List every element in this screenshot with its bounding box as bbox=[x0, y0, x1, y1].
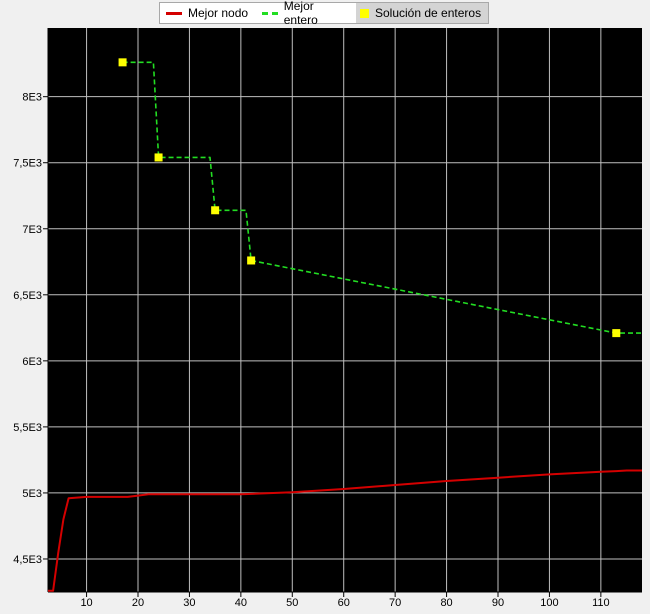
plot-area bbox=[48, 28, 642, 592]
y-tick-label: 6E3 bbox=[22, 356, 42, 368]
marker-solucion-de-enteros bbox=[118, 58, 127, 67]
x-tick-label: 10 bbox=[80, 597, 92, 609]
x-tick-label: 50 bbox=[286, 597, 298, 609]
x-tick-label: 70 bbox=[389, 597, 401, 609]
marker-solucion-de-enteros bbox=[247, 256, 256, 265]
y-tick-label: 6,5E3 bbox=[13, 290, 42, 302]
chart: 10 20 30 40 50 60 70 80 90 100 110 4,5E3 5E3 5,5E3 6E3… bbox=[13, 28, 642, 609]
y-tick-label: 7,5E3 bbox=[13, 158, 42, 170]
marker-solucion-de-enteros bbox=[612, 329, 621, 338]
x-tick-label: 100 bbox=[540, 597, 558, 609]
x-tick-label: 110 bbox=[592, 597, 610, 609]
y-tick-label: 5,5E3 bbox=[13, 422, 42, 434]
x-tick-label: 90 bbox=[492, 597, 504, 609]
x-tick-label: 30 bbox=[183, 597, 195, 609]
x-tick-label: 40 bbox=[235, 597, 247, 609]
y-tick-label: 8E3 bbox=[22, 92, 42, 104]
y-tick-label: 4,5E3 bbox=[13, 554, 42, 566]
y-tick-label: 7E3 bbox=[22, 224, 42, 236]
x-tick-label: 60 bbox=[338, 597, 350, 609]
x-tick-label: 80 bbox=[440, 597, 452, 609]
y-tick-label: 5E3 bbox=[22, 488, 42, 500]
marker-solucion-de-enteros bbox=[211, 206, 220, 215]
marker-solucion-de-enteros bbox=[154, 153, 163, 162]
x-tick-label: 20 bbox=[132, 597, 144, 609]
